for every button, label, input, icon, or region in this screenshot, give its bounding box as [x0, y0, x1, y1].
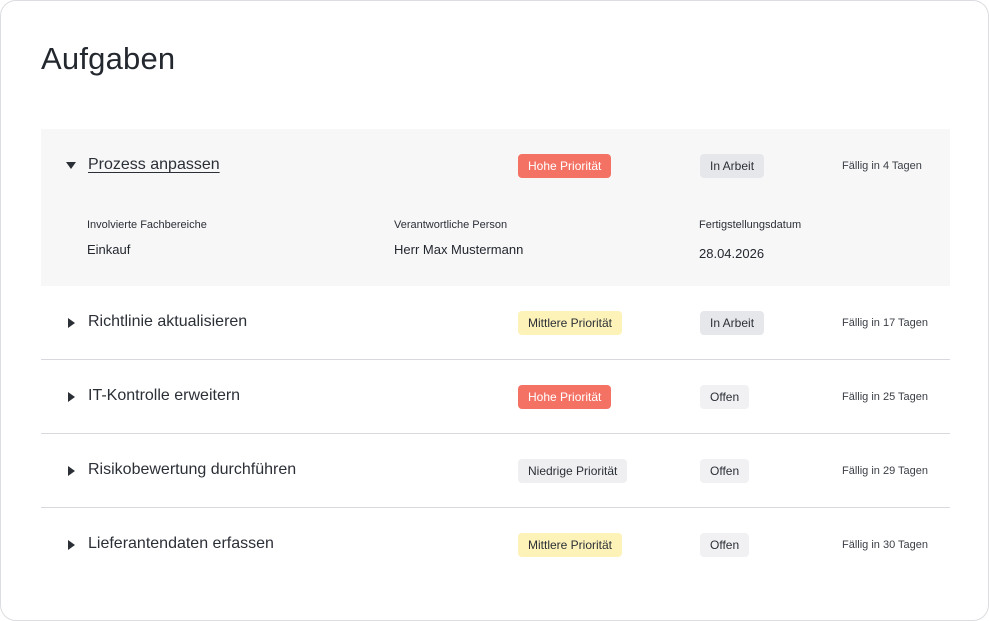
task-details: Involvierte Fachbereiche Einkauf Verantw…	[41, 203, 950, 286]
caret-right-icon[interactable]	[63, 389, 79, 405]
task-row-lieferantendaten-erfassen: Lieferantendaten erfassen Mittlere Prior…	[41, 508, 950, 582]
status-badge: In Arbeit	[700, 311, 765, 335]
task-header[interactable]: Lieferantendaten erfassen Mittlere Prior…	[41, 508, 950, 582]
detail-date: Fertigstellungsdatum 28.04.2026	[699, 219, 801, 261]
status-badge: Offen	[700, 459, 750, 483]
task-title[interactable]: Prozess anpassen	[88, 156, 220, 174]
task-header[interactable]: IT-Kontrolle erweitern Hohe Priorität Of…	[41, 360, 950, 434]
due-text: Fällig in 29 Tagen	[842, 465, 929, 477]
caret-down-icon[interactable]	[63, 157, 79, 173]
priority-badge: Mittlere Priorität	[518, 533, 623, 557]
page-title: Aufgaben	[41, 41, 176, 76]
due-text: Fällig in 4 Tagen	[842, 160, 922, 172]
detail-areas: Involvierte Fachbereiche Einkauf	[87, 219, 207, 257]
detail-label: Involvierte Fachbereiche	[87, 219, 207, 231]
priority-badge: Hohe Priorität	[518, 385, 612, 409]
detail-person: Verantwortliche Person Herr Max Musterma…	[394, 219, 523, 257]
task-header[interactable]: Prozess anpassen Hohe Priorität In Arbei…	[41, 129, 950, 203]
task-title[interactable]: IT-Kontrolle erweitern	[88, 387, 240, 405]
caret-right-icon[interactable]	[63, 463, 79, 479]
detail-value: Herr Max Mustermann	[394, 242, 524, 257]
task-title[interactable]: Richtlinie aktualisieren	[88, 313, 247, 331]
priority-badge: Mittlere Priorität	[518, 311, 623, 335]
detail-label: Fertigstellungsdatum	[699, 219, 802, 231]
detail-label: Verantwortliche Person	[394, 219, 508, 231]
status-badge: Offen	[700, 385, 750, 409]
tasks-card: Aufgaben Prozess anpassen Hohe Priorität…	[0, 0, 989, 621]
due-text: Fällig in 25 Tagen	[842, 391, 929, 403]
caret-right-icon[interactable]	[63, 315, 79, 331]
task-row-richtlinie-aktualisieren: Richtlinie aktualisieren Mittlere Priori…	[41, 286, 950, 360]
task-row-prozess-anpassen: Prozess anpassen Hohe Priorität In Arbei…	[41, 129, 950, 286]
detail-value: Einkauf	[87, 242, 131, 257]
detail-value: 28.04.2026	[699, 246, 765, 261]
task-list: Prozess anpassen Hohe Priorität In Arbei…	[41, 129, 950, 582]
due-text: Fällig in 17 Tagen	[842, 317, 929, 329]
status-badge: In Arbeit	[700, 154, 765, 178]
caret-right-icon[interactable]	[63, 537, 79, 553]
task-title[interactable]: Lieferantendaten erfassen	[88, 535, 274, 553]
due-text: Fällig in 30 Tagen	[842, 539, 929, 551]
status-badge: Offen	[700, 533, 750, 557]
task-header[interactable]: Risikobewertung durchführen Niedrige Pri…	[41, 434, 950, 508]
priority-badge: Hohe Priorität	[518, 154, 612, 178]
task-row-it-kontrolle-erweitern: IT-Kontrolle erweitern Hohe Priorität Of…	[41, 360, 950, 434]
priority-badge: Niedrige Priorität	[518, 459, 628, 483]
task-row-risikobewertung-durchfuehren: Risikobewertung durchführen Niedrige Pri…	[41, 434, 950, 508]
task-header[interactable]: Richtlinie aktualisieren Mittlere Priori…	[41, 286, 950, 360]
task-title[interactable]: Risikobewertung durchführen	[88, 461, 296, 479]
